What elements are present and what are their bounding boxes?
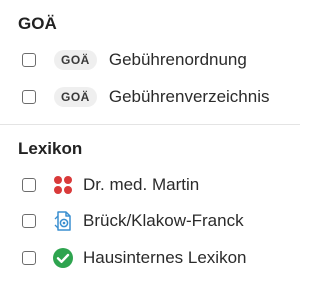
dr-med-martin-checkbox[interactable] [22, 178, 36, 192]
hausinternes-lexikon-label: Hausinternes Lexikon [83, 248, 247, 267]
hausinternes-lexikon-checkbox[interactable] [22, 251, 36, 265]
filter-item-gebuehrenordnung[interactable]: GOÄ Gebührenordnung [22, 48, 247, 72]
four-red-dots-icon [52, 174, 74, 196]
gebuehrenordnung-label: Gebührenordnung [108, 50, 247, 69]
brueck-klakow-franck-label: Brück/Klakow-Franck [83, 211, 244, 230]
goae-badge: GOÄ [54, 50, 97, 70]
gebuehrenverzeichnis-label: Gebührenverzeichnis [108, 87, 270, 106]
filter-item-hausinternes-lexikon[interactable]: Hausinternes Lexikon [22, 246, 246, 270]
filter-item-gebuehrenverzeichnis[interactable]: GOÄ Gebührenverzeichnis [22, 85, 270, 109]
section-divider [0, 124, 300, 125]
goae-badge: GOÄ [54, 87, 97, 107]
lexikon-section-title: Lexikon [18, 139, 83, 158]
filter-item-brueck-klakow-franck[interactable]: Brück/Klakow-Franck [22, 209, 244, 233]
blue-document-icon [52, 210, 74, 232]
gebuehrenverzeichnis-checkbox[interactable] [22, 90, 36, 104]
filter-item-dr-med-martin[interactable]: Dr. med. Martin [22, 173, 199, 197]
dr-med-martin-label: Dr. med. Martin [83, 175, 200, 194]
gebuehrenordnung-checkbox[interactable] [22, 53, 36, 67]
brueck-klakow-franck-checkbox[interactable] [22, 214, 36, 228]
green-check-circle-icon [52, 247, 74, 269]
goae-section-title: GOÄ [18, 14, 57, 33]
